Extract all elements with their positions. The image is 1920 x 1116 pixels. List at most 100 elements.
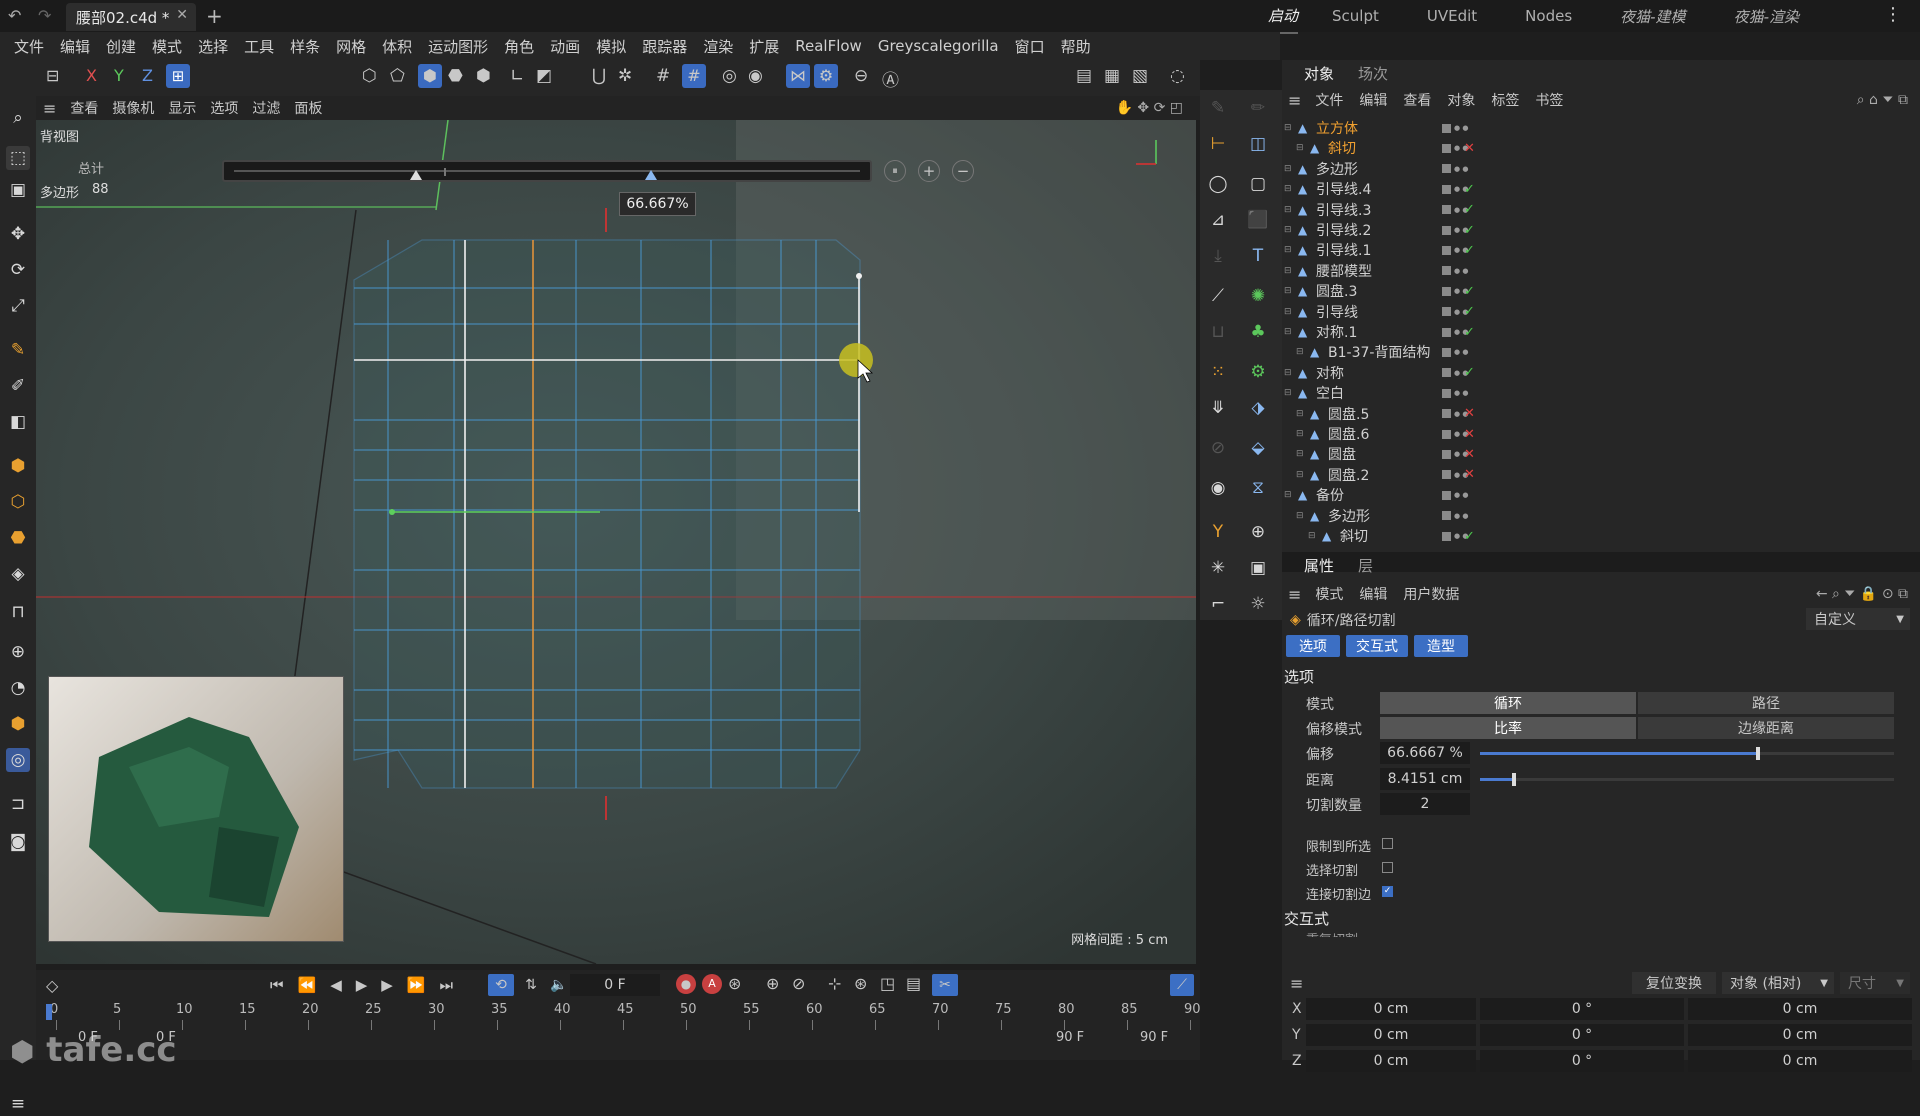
uv-polygons-icon[interactable]: ⬢ <box>476 66 491 86</box>
model-mode-icon[interactable]: ⬢ <box>6 454 30 478</box>
expand-toggle-icon[interactable]: ⊟ <box>1296 347 1304 357</box>
auto-icon[interactable]: Ⓐ <box>882 66 899 91</box>
object-row[interactable]: ⊟ ▲ 圆盘.3 ● ● ✓ <box>1282 281 1902 301</box>
layout-tab[interactable]: Nodes <box>1525 1 1572 31</box>
object-row[interactable]: ⊟ ▲ 多边形 ● ● <box>1282 506 1902 526</box>
attr-tab[interactable]: 层 <box>1346 555 1385 576</box>
coord-scale-field[interactable]: 0 cm <box>1688 1050 1912 1072</box>
expand-toggle-icon[interactable]: ⊟ <box>1284 490 1292 500</box>
visibility-dots[interactable]: ● ● <box>1454 125 1468 132</box>
object-row[interactable]: ⊟ ▲ 引导线 ● ● ✓ <box>1282 302 1902 322</box>
expand-toggle-icon[interactable]: ⊟ <box>1284 225 1292 235</box>
layout-tab[interactable]: Sculpt <box>1332 1 1379 31</box>
object-row[interactable]: ⊟ ▲ 引导线.3 ● ● ✓ <box>1282 200 1902 220</box>
cube-primitive-icon[interactable]: ◫ <box>1246 132 1270 156</box>
mode-path-option[interactable]: 路径 <box>1638 692 1894 714</box>
key-scale-icon[interactable]: ◳ <box>880 974 895 993</box>
array-icon[interactable]: ⁙ <box>1206 360 1230 384</box>
object-row[interactable]: ⊟ ▲ 引导线.4 ● ● ✓ <box>1282 179 1902 199</box>
layer-swatch[interactable] <box>1442 143 1451 153</box>
layer-swatch[interactable] <box>1442 327 1451 337</box>
subtab-interactive[interactable]: 交互式 <box>1346 635 1408 657</box>
size-dropdown[interactable]: 尺寸 ▼ <box>1840 972 1910 994</box>
layer-swatch[interactable] <box>1442 286 1451 296</box>
settings-gear-icon[interactable]: ⚙ <box>814 64 838 88</box>
step-icon[interactable]: ⇅ <box>518 974 544 996</box>
layer-swatch[interactable] <box>1442 409 1451 419</box>
menu-item[interactable]: 模式 <box>144 36 190 57</box>
visibility-dots[interactable]: ● ● <box>1454 267 1468 274</box>
om-menu-item[interactable]: 书签 <box>1527 90 1571 110</box>
slider-handle-value[interactable] <box>645 170 658 180</box>
solo-icon[interactable]: ⊐ <box>6 792 30 816</box>
object-row[interactable]: ⊟ ▲ 空白 ● ● <box>1282 383 1902 403</box>
workplane-icon[interactable]: ◎ <box>6 748 30 772</box>
symmetry-icon[interactable]: ⋈ <box>786 64 810 88</box>
enabled-check-icon[interactable]: ✓ <box>1464 243 1475 258</box>
menu-item[interactable]: 体积 <box>374 36 420 57</box>
om-toolbar-icons[interactable]: ⌕ ⌂ ⏷ ⧉ <box>1857 92 1908 108</box>
menu-item[interactable]: 窗口 <box>1007 36 1053 57</box>
box-select-icon[interactable]: ▣ <box>6 178 30 202</box>
expand-toggle-icon[interactable]: ⊟ <box>1296 511 1304 521</box>
object-row[interactable]: ⊟ ▲ 对称.1 ● ● ✓ <box>1282 322 1902 342</box>
visibility-dots[interactable]: ● ● <box>1454 512 1468 519</box>
edges-mode-icon[interactable]: ⬣ <box>6 526 30 550</box>
menu-item[interactable]: 扩展 <box>741 36 787 57</box>
menu-item[interactable]: 渲染 <box>695 36 741 57</box>
viewport-3d[interactable]: 背视图 总计 多边形 88 66.667% ⏸ + − 网格间距 : 5 cm <box>36 120 1196 964</box>
enabled-check-icon[interactable]: ✓ <box>1464 182 1475 197</box>
menu-item[interactable]: 运动图形 <box>420 36 496 57</box>
camera-object-icon[interactable]: ▣ <box>1246 556 1270 580</box>
new-tab-icon[interactable]: + <box>206 4 223 28</box>
expand-toggle-icon[interactable]: ⊟ <box>1296 409 1304 419</box>
key-settings-icon[interactable]: ⊛ <box>728 974 741 993</box>
om-tab[interactable]: 场次 <box>1346 63 1400 84</box>
expand-toggle-icon[interactable]: ⊟ <box>1284 164 1292 174</box>
magnet-icon[interactable]: ⋃ <box>592 66 606 86</box>
search-icon[interactable]: ⌕ <box>6 106 30 130</box>
object-row[interactable]: ⊟ ▲ 圆盘.5 ● ● ✕ <box>1282 404 1902 424</box>
enabled-check-icon[interactable]: ✓ <box>1464 284 1475 299</box>
tracker-icon[interactable]: Y <box>1206 520 1230 544</box>
generator-icon[interactable]: ✺ <box>1246 284 1270 308</box>
rotate-icon[interactable]: ⟳ <box>6 258 30 282</box>
viewport-menu-item[interactable]: 过滤 <box>245 98 287 118</box>
layer-swatch[interactable] <box>1442 205 1451 215</box>
live-select-icon[interactable]: ⬚ <box>6 146 30 170</box>
layer-swatch[interactable] <box>1442 388 1451 398</box>
workplane-icon[interactable]: ◎ <box>722 66 737 86</box>
menu-item[interactable]: 动画 <box>542 36 588 57</box>
viewport-menu-item[interactable]: 摄像机 <box>105 98 161 118</box>
expand-toggle-icon[interactable]: ⊟ <box>1284 368 1292 378</box>
disabled-x-icon[interactable]: ✕ <box>1464 141 1475 156</box>
snap-grid-icon[interactable]: # <box>682 64 706 88</box>
reset-transform-button[interactable]: 复位变换 <box>1632 972 1716 994</box>
render-picture-icon[interactable]: ▦ <box>1104 66 1120 86</box>
axis-icon[interactable]: ∟ <box>510 66 524 86</box>
points-mode-icon[interactable]: ⬡ <box>6 490 30 514</box>
expand-toggle-icon[interactable]: ⊟ <box>1296 470 1304 480</box>
object-mode-icon[interactable]: ◧ <box>6 410 30 434</box>
expand-toggle-icon[interactable]: ⊟ <box>1284 123 1292 133</box>
layer-swatch[interactable] <box>1442 531 1451 541</box>
visibility-dots[interactable]: ● ● <box>1454 165 1468 172</box>
viewport-menu-item[interactable]: 显示 <box>161 98 203 118</box>
menu-item[interactable]: Greyscalegorilla <box>870 37 1007 55</box>
visibility-dots[interactable]: ● ● <box>1454 349 1468 356</box>
menu-item[interactable]: 工具 <box>236 36 282 57</box>
subtab-shape[interactable]: 造型 <box>1414 635 1468 657</box>
visibility-icon[interactable]: ◉ <box>1206 476 1230 500</box>
mode-loop-option[interactable]: 循环 <box>1380 692 1636 714</box>
environment-icon[interactable]: ⊕ <box>1246 520 1270 544</box>
offset-slider[interactable] <box>1480 747 1894 760</box>
polygons-icon[interactable]: ⬢ <box>418 64 442 88</box>
om-menu-item[interactable]: 编辑 <box>1351 90 1395 110</box>
x-axis-toggle[interactable]: X <box>86 66 97 85</box>
menu-item[interactable]: 创建 <box>98 36 144 57</box>
layer-swatch[interactable] <box>1442 347 1451 357</box>
distance-slider[interactable] <box>1480 773 1894 786</box>
preview-end-a[interactable]: 90 F <box>1056 1030 1084 1045</box>
menu-item[interactable]: RealFlow <box>787 37 870 55</box>
null-icon[interactable]: ⌐ <box>1206 592 1230 616</box>
